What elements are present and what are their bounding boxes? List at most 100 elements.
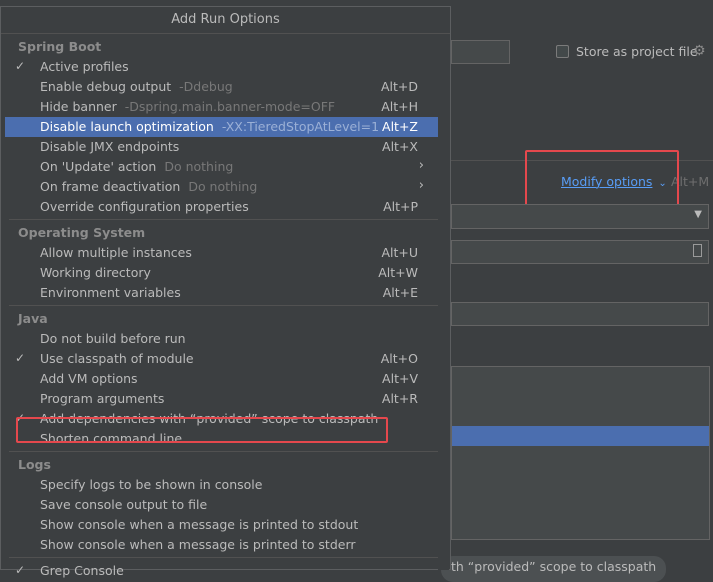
menu-item[interactable]: Show console when a message is printed t… [5,535,438,555]
menu-item[interactable]: Save console output to file [5,495,438,515]
menu-item[interactable]: On frame deactivation Do nothing › [5,177,438,197]
highlight-shorten-command-line [16,417,388,443]
add-run-options-popup: Add Run Options Spring Boot ✓ Active profi… [0,6,451,578]
menu-item-label: Save console output to file [40,497,207,512]
scrollbar[interactable] [438,34,449,570]
menu-item[interactable]: Allow multiple instances Alt+U [5,243,438,263]
menu-item-text: Add VM options [40,371,138,386]
menu-item-shortcut: Alt+R [381,391,418,406]
chevron-right-icon: › [418,158,424,173]
menu-item[interactable]: Environment variables Alt+E [5,283,438,303]
menu-item-text: Program arguments [40,391,165,406]
menu-item-text: Environment variables [40,285,181,300]
menu-item-label: Allow multiple instances [40,245,192,260]
options-list-selected-row[interactable] [452,426,709,446]
group-header: Logs [18,457,51,472]
menu-item[interactable]: Disable launch optimization -XX:TieredSto… [5,117,438,137]
popup-header-divider [1,33,450,34]
highlight-modify-options [525,150,679,207]
menu-item[interactable]: ✓ Active profiles [5,57,438,77]
checkmark-icon: ✓ [15,351,26,365]
menu-item-label: Disable launch optimization -XX:TieredSto… [40,119,379,134]
menu-item[interactable]: Disable JMX endpoints Alt+X [5,137,438,157]
menu-item[interactable]: ✓ Grep Console [5,561,438,581]
menu-item-text: Override configuration properties [40,199,249,214]
name-field[interactable] [451,40,510,64]
main-class-field[interactable] [451,240,709,264]
menu-item-text: Use classpath of module [40,351,194,366]
menu-item-label: Program arguments [40,391,164,406]
menu-item-hint: Do nothing [164,159,234,174]
menu-item[interactable]: Program arguments Alt+R [5,389,438,409]
menu-item-text: Specify logs to be shown in console [40,477,263,492]
jre-dropdown[interactable]: ▼ [451,204,709,229]
chevron-right-icon: › [418,178,424,193]
group-separator [9,557,438,558]
menu-item-shortcut: Alt+X [382,139,418,154]
group-header: Operating System [18,225,146,240]
menu-item[interactable]: Specify logs to be shown in console [5,475,438,495]
group-separator [9,305,438,306]
menu-item-text: Do not build before run [40,331,186,346]
menu-item-text: Grep Console [40,563,124,578]
menu-item-label: On frame deactivation Do nothing [40,179,257,194]
menu-item-label: Grep Console [40,563,124,578]
browse-icon[interactable] [693,244,702,257]
menu-item-text: Working directory [40,265,151,280]
group-separator [9,451,438,452]
menu-item-label: Hide banner -Dspring.main.banner-mode=OFF [40,99,335,114]
menu-item-text: Active profiles [40,59,129,74]
menu-item-text: Enable debug output [40,79,172,94]
menu-item-text: On frame deactivation [40,179,181,194]
menu-item-hint: Do nothing [188,179,258,194]
menu-item[interactable]: Hide banner -Dspring.main.banner-mode=OFF… [5,97,438,117]
menu-item-text: Hide banner [40,99,117,114]
dropdown-arrow-icon: ▼ [694,209,702,220]
menu-item-label: Show console when a message is printed t… [40,517,358,532]
menu-item-label: Use classpath of module [40,351,194,366]
options-list [451,366,710,540]
menu-item-text: Disable launch optimization [40,119,214,134]
menu-item-shortcut: Alt+H [381,99,418,114]
menu-item-text: Allow multiple instances [40,245,192,260]
menu-item-label: Override configuration properties [40,199,249,214]
menu-item[interactable]: Do not build before run [5,329,438,349]
menu-item[interactable]: Add VM options Alt+V [5,369,438,389]
group-header: Spring Boot [18,39,102,54]
menu-item[interactable]: ✓ Use classpath of module Alt+O [5,349,438,369]
group-separator [9,219,438,220]
menu-item-shortcut: Alt+U [381,245,418,260]
menu-item-text: Show console when a message is printed t… [40,517,359,532]
menu-item-shortcut: Alt+D [380,79,418,94]
menu-item-hint: -Ddebug [179,79,233,94]
checkmark-icon: ✓ [15,563,26,577]
gear-icon[interactable]: ⚙ [693,43,706,59]
menu-item-label: Enable debug output -Ddebug [40,79,233,94]
menu-item-shortcut: Alt+W [378,265,418,280]
menu-item-shortcut: Alt+V [382,371,418,386]
menu-item-text: On 'Update' action [40,159,157,174]
menu-item-label: Disable JMX endpoints [40,139,179,154]
menu-item-label: Environment variables [40,285,181,300]
menu-item-label: Working directory [40,265,151,280]
store-as-project-file-checkbox[interactable] [556,45,569,58]
store-as-project-file-label[interactable]: Store as project file [576,44,698,59]
menu-item-shortcut: Alt+O [380,351,418,366]
checkmark-icon: ✓ [15,59,26,73]
menu-item-shortcut: Alt+E [382,285,418,300]
options-field[interactable] [451,302,709,326]
menu-item-hint: -XX:TieredStopAtLevel=1 [221,119,380,134]
menu-item[interactable]: Enable debug output -Ddebug Alt+D [5,77,438,97]
group-header: Java [18,311,48,326]
dependency-tag[interactable]: th “provided” scope to classpath [441,556,666,582]
menu-item-label: Active profiles [40,59,129,74]
menu-item[interactable]: Show console when a message is printed t… [5,515,438,535]
menu-item-text: Show console when a message is printed t… [40,537,356,552]
menu-item[interactable]: On 'Update' action Do nothing › [5,157,438,177]
popup-header: Add Run Options [1,7,450,33]
menu-item-label: Specify logs to be shown in console [40,477,262,492]
menu-item-label: Add VM options [40,371,138,386]
menu-item[interactable]: Working directory Alt+W [5,263,438,283]
menu-item-hint: -Dspring.main.banner-mode=OFF [124,99,336,114]
menu-item[interactable]: Override configuration properties Alt+P [5,197,438,217]
